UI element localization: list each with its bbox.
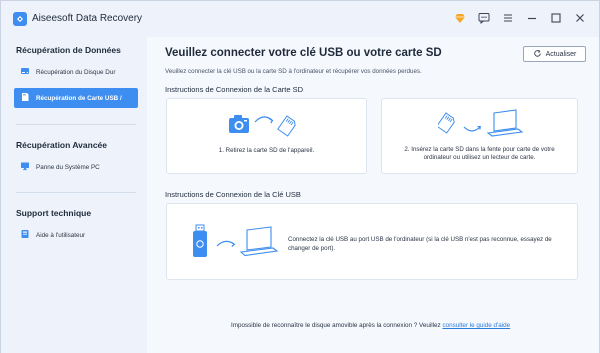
sidebar-item-hard-drive-recovery[interactable]: Récupération du Disque Dur [14, 62, 138, 82]
sd-section-label: Instructions de Connexion de la Carte SD [165, 85, 303, 94]
sidebar-item-label: Récupération du Disque Dur [36, 68, 116, 76]
sd-card-icon [277, 115, 296, 137]
sd-card-icon [436, 112, 455, 134]
close-icon[interactable] [573, 11, 587, 25]
page-title: Veuillez connecter votre clé USB ou votr… [165, 47, 442, 59]
sidebar-item-label: Récupération de Carte USB / [36, 94, 122, 102]
laptop-icon [486, 109, 524, 137]
maximize-icon[interactable] [549, 11, 563, 25]
refresh-button[interactable]: Actualiser [523, 46, 586, 62]
sd-card-icon [20, 92, 30, 104]
menu-icon[interactable] [501, 11, 515, 25]
sidebar-heading-data-recovery: Récupération de Données [16, 45, 121, 55]
help-guide-link[interactable]: consulter le guide d'aide [442, 322, 510, 329]
sd-step1-card: 1. Retirez la carte SD de l'appareil. [166, 98, 367, 174]
sidebar-heading-advanced-recovery: Récupération Avancée [16, 140, 108, 150]
refresh-icon [533, 49, 542, 60]
help-book-icon [20, 229, 30, 241]
main-panel: Veuillez connecter votre clé USB ou votr… [147, 37, 599, 353]
sd-step2-text-line2: ordinateur ou utilisez un lecteur de car… [423, 154, 536, 161]
refresh-label: Actualiser [545, 50, 577, 58]
usb-card: Connectez la clé USB au port USB de l'or… [166, 203, 578, 280]
sidebar-item-user-help[interactable]: Aide à l'utilisateur [14, 225, 138, 245]
usb-to-laptop-illustration [191, 222, 281, 267]
title-bar: Aiseesoft Data Recovery [1, 1, 599, 37]
app-title: Aiseesoft Data Recovery [32, 13, 143, 24]
sidebar-divider [16, 124, 136, 125]
usb-section-label: Instructions de Connexion de la Clé USB [165, 190, 301, 199]
sd-step2-text-line1: 2. Insérez la carte SD dans la fente pou… [404, 146, 555, 153]
pc-monitor-icon [20, 161, 30, 173]
camera-to-card-illustration [227, 110, 307, 143]
footer-text: Impossible de reconnaître le disque amov… [231, 322, 443, 329]
sidebar-item-usb-card-recovery[interactable]: Récupération de Carte USB / [14, 88, 138, 108]
usb-instruction-text-line2: changer de port). [288, 245, 336, 252]
sidebar: Récupération de Données Récupération du … [1, 37, 147, 353]
camera-icon [229, 115, 249, 133]
app-logo-icon [13, 12, 27, 26]
page-subtitle: Veuillez connecter la clé USB ou la cart… [165, 68, 422, 75]
diamond-icon[interactable] [453, 11, 467, 25]
sidebar-item-label: Aide à l'utilisateur [36, 231, 86, 239]
usb-instruction-text-line1: Connectez la clé USB au port USB de l'or… [288, 236, 552, 243]
usb-drive-icon [193, 224, 207, 257]
chat-icon[interactable] [477, 11, 491, 25]
app-window: Aiseesoft Data Recovery Récupération de … [0, 0, 600, 353]
sidebar-heading-tech-support: Support technique [16, 208, 92, 218]
hard-drive-icon [20, 66, 30, 78]
sidebar-item-pc-system-crash[interactable]: Panne du Système PC [14, 157, 138, 177]
sidebar-divider [16, 192, 136, 193]
card-to-laptop-illustration [436, 107, 528, 144]
minimize-icon[interactable] [525, 11, 539, 25]
sd-step1-text: 1. Retirez la carte SD de l'appareil. [218, 147, 315, 154]
sd-step2-card: 2. Insérez la carte SD dans la fente pou… [381, 98, 578, 174]
laptop-icon [239, 226, 279, 257]
help-footer: Impossible de reconnaître le disque amov… [231, 322, 510, 329]
sidebar-item-label: Panne du Système PC [36, 163, 100, 171]
